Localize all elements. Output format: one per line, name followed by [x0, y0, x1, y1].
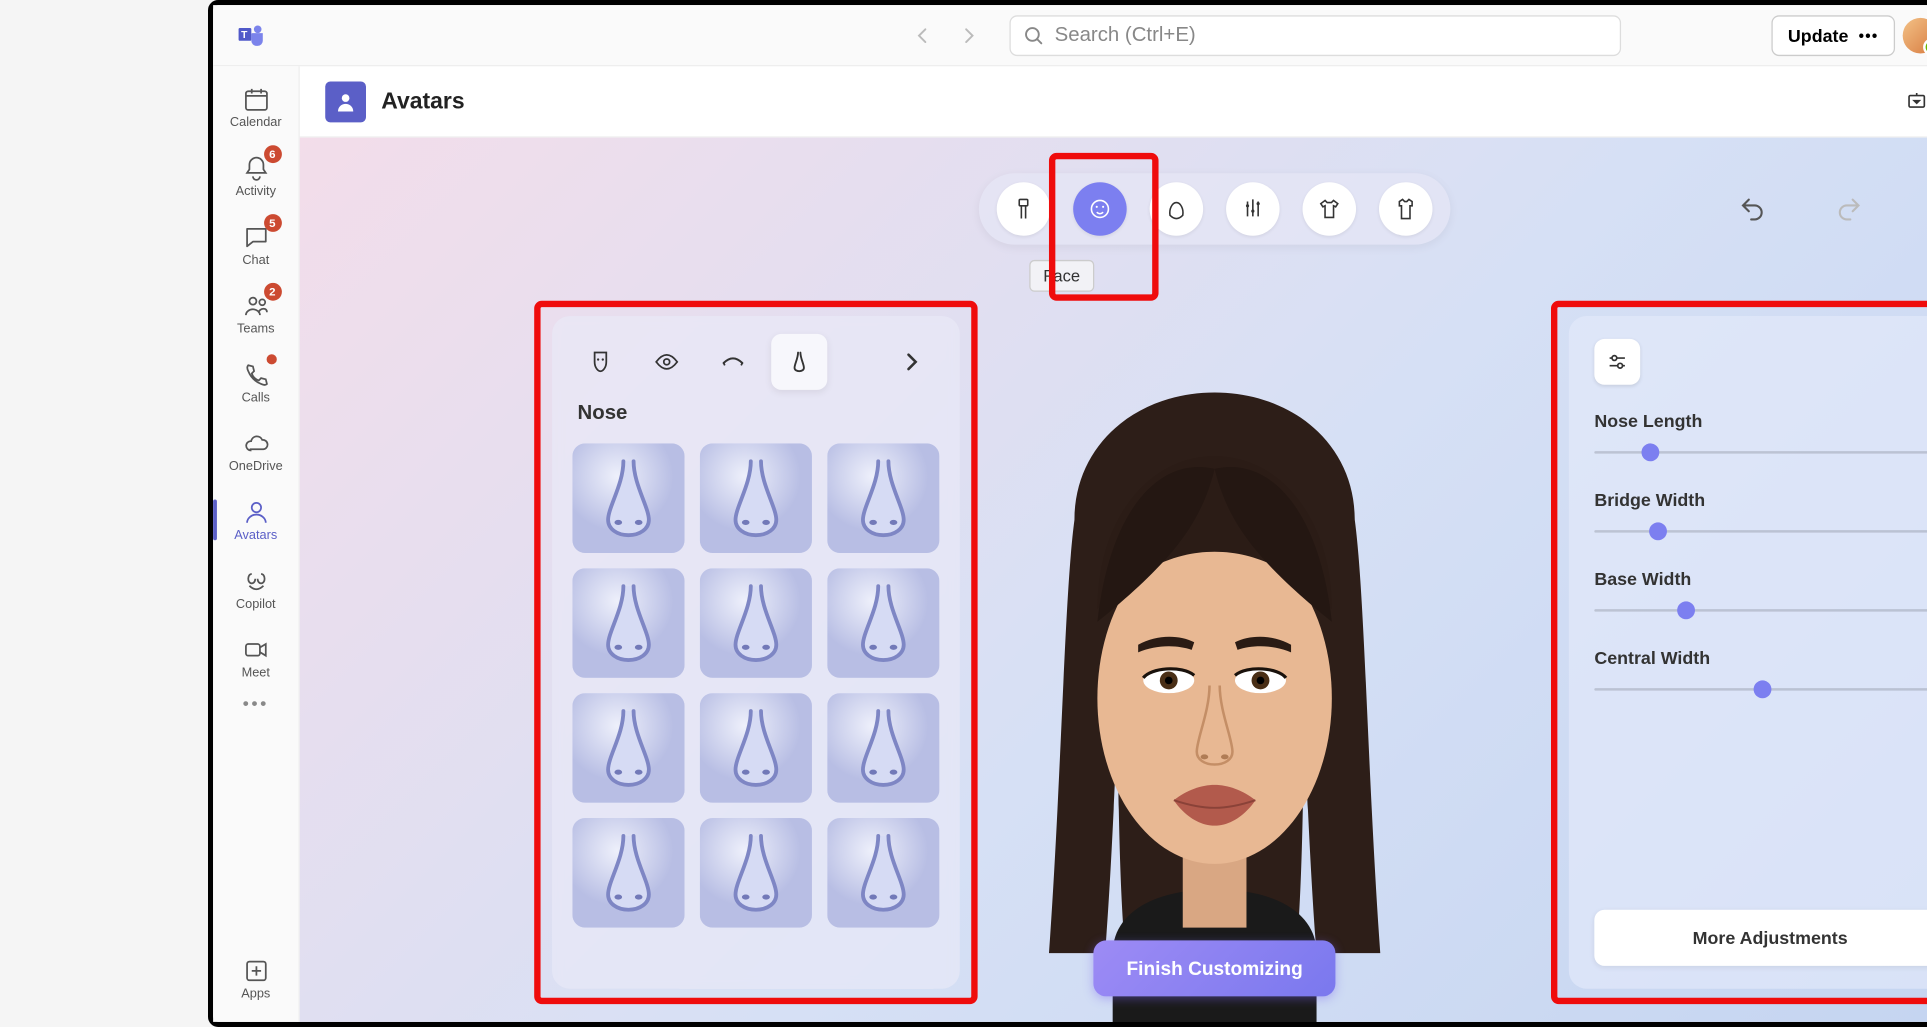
slider-label: Bridge Width [1594, 489, 1927, 509]
nose-option[interactable] [699, 693, 811, 803]
nose-option[interactable] [827, 693, 939, 803]
slider-nose length[interactable] [1594, 443, 1927, 461]
more-adjustments-button[interactable]: More Adjustments [1594, 910, 1927, 966]
apps-icon [241, 956, 269, 984]
finish-customizing-button[interactable]: Finish Customizing [1093, 940, 1336, 996]
nose-option[interactable] [572, 568, 684, 678]
update-button[interactable]: Update ••• [1771, 15, 1895, 56]
undo-button[interactable] [1734, 191, 1770, 227]
feature-panel: Nose [552, 316, 960, 989]
nose-option[interactable] [572, 818, 684, 928]
chat-badge: 5 [263, 214, 281, 232]
nose-option-grid [572, 443, 939, 927]
avatars-app-icon [325, 81, 366, 122]
adjustments-panel: Nose Length Bridge Width Base Width Cent… [1568, 316, 1927, 989]
teams-badge: 2 [263, 283, 281, 301]
adjustments-icon[interactable] [1594, 339, 1640, 385]
face-tab-shape[interactable] [572, 334, 628, 390]
page-title: Avatars [381, 88, 464, 115]
rail-apps[interactable]: Apps [217, 945, 293, 1011]
present-icon [1906, 91, 1926, 111]
rail-calls[interactable]: Calls [217, 349, 293, 415]
search-placeholder: Search (Ctrl+E) [1054, 24, 1195, 47]
rail-chat[interactable]: 5 Chat [217, 212, 293, 278]
rail-meet[interactable]: Meet [217, 624, 293, 690]
more-icon: ••• [1858, 26, 1878, 44]
rail-onedrive[interactable]: OneDrive [217, 418, 293, 484]
slider-label: Base Width [1594, 568, 1927, 588]
category-bar: Face [978, 173, 1449, 244]
cloud-icon [241, 429, 269, 457]
avatar-canvas: Face [299, 138, 1927, 1022]
phone-icon [241, 360, 269, 388]
present-now-button[interactable]: Present now [1893, 81, 1927, 122]
feature-section-title: Nose [577, 403, 939, 426]
nose-option[interactable] [572, 443, 684, 553]
back-button[interactable] [903, 15, 944, 56]
title-bar: T Search (Ctrl+E) Update ••• [213, 5, 1927, 66]
category-hair-button[interactable] [1149, 182, 1203, 236]
nose-option[interactable] [572, 693, 684, 803]
forward-button[interactable] [948, 15, 989, 56]
nose-option[interactable] [827, 568, 939, 678]
activity-badge: 6 [263, 145, 281, 163]
nose-option[interactable] [699, 568, 811, 678]
search-icon [1024, 25, 1044, 45]
avatar-preview[interactable] [959, 367, 1469, 1022]
rail-teams[interactable]: 2 Teams [217, 280, 293, 346]
svg-text:T: T [241, 30, 248, 41]
rail-copilot[interactable]: Copilot [217, 556, 293, 622]
rail-more-icon[interactable]: ••• [242, 693, 268, 713]
category-tooltip: Face [1029, 260, 1094, 292]
app-header: Avatars Present now ••• [299, 66, 1927, 137]
face-tab-eyebrows[interactable] [704, 334, 760, 390]
rail-calendar[interactable]: Calendar [217, 74, 293, 140]
video-icon [241, 635, 269, 663]
face-tab-nose[interactable] [771, 334, 827, 390]
slider-central width[interactable] [1594, 680, 1927, 698]
rail-activity[interactable]: 6 Activity [217, 143, 293, 209]
redo-button[interactable] [1831, 191, 1867, 227]
slider-base width[interactable] [1594, 601, 1927, 619]
nose-option[interactable] [699, 818, 811, 928]
nose-option[interactable] [699, 443, 811, 553]
rail-avatars[interactable]: Avatars [217, 487, 293, 553]
slider-label: Nose Length [1594, 410, 1927, 430]
category-wardrobe-top-button[interactable] [1302, 182, 1356, 236]
category-makeup-button[interactable] [1226, 182, 1280, 236]
teams-logo-icon: T [233, 17, 269, 53]
slider-bridge width[interactable] [1594, 522, 1927, 540]
nose-option[interactable] [827, 443, 939, 553]
category-body-button[interactable] [996, 182, 1050, 236]
search-input[interactable]: Search (Ctrl+E) [1010, 15, 1622, 56]
calendar-icon [241, 85, 269, 113]
slider-label: Central Width [1594, 647, 1927, 667]
face-tab-eyes[interactable] [638, 334, 694, 390]
copilot-icon [241, 566, 269, 594]
category-wardrobe-full-button[interactable] [1378, 182, 1432, 236]
user-avatar[interactable] [1902, 17, 1927, 53]
face-tab-next[interactable] [883, 334, 939, 390]
nose-option[interactable] [827, 818, 939, 928]
avatar-icon [241, 498, 269, 526]
left-rail: Calendar 6 Activity 5 Chat 2 Teams Calls [213, 66, 300, 1022]
category-face-button[interactable] [1073, 182, 1127, 236]
